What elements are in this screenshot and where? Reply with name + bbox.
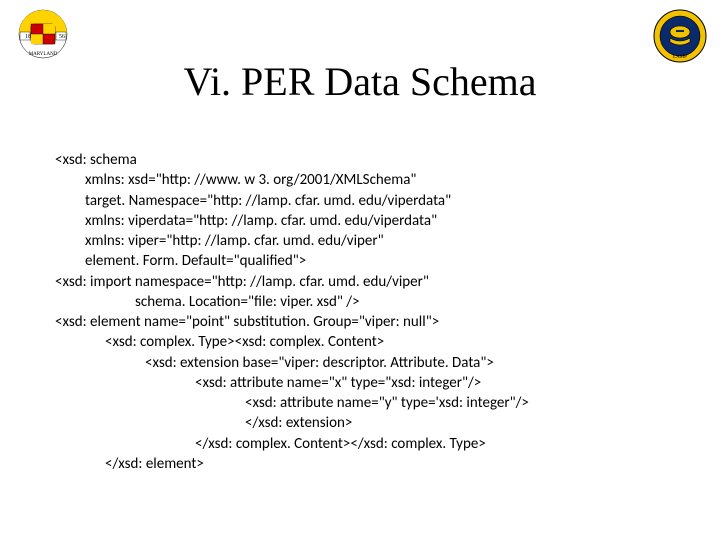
code-line: </xsd: extension> — [55, 413, 352, 433]
code-line: <xsd: import namespace="http: //lamp. cf… — [55, 273, 429, 291]
code-line: <xsd: attribute name="x" type="xsd: inte… — [55, 373, 481, 393]
xsd-schema-code: <xsd: schema xmlns: xsd="http: //www. w … — [55, 150, 529, 474]
code-line: </xsd: element> — [55, 454, 204, 474]
code-line: target. Namespace="http: //lamp. cfar. u… — [55, 191, 451, 211]
code-line: <xsd: complex. Type><xsd: complex. Conte… — [55, 332, 384, 352]
code-line: schema. Location="file: viper. xsd" /> — [55, 292, 360, 312]
slide: 18 56 MARYLAND LAMP Vi. PER Data Schema … — [0, 0, 720, 540]
code-line: <xsd: extension base="viper: descriptor.… — [55, 353, 494, 373]
code-line: xmlns: viper="http: //lamp. cfar. umd. e… — [55, 231, 384, 251]
svg-text:18: 18 — [25, 34, 31, 40]
umd-logo: 18 56 MARYLAND — [12, 8, 74, 65]
code-line: <xsd: element name="point" substitution.… — [55, 313, 439, 331]
slide-title: Vi. PER Data Schema — [0, 58, 720, 105]
code-line: <xsd: attribute name="y" type='xsd: inte… — [55, 393, 529, 413]
code-line: element. Form. Default="qualified"> — [55, 251, 306, 271]
code-line: xmlns: viperdata="http: //lamp. cfar. um… — [55, 211, 437, 231]
svg-text:MARYLAND: MARYLAND — [29, 52, 58, 57]
code-line: <xsd: schema — [55, 151, 137, 169]
svg-text:56: 56 — [59, 34, 65, 40]
code-line: </xsd: complex. Content></xsd: complex. … — [55, 434, 486, 454]
code-line: xmlns: xsd="http: //www. w 3. org/2001/X… — [55, 170, 416, 190]
